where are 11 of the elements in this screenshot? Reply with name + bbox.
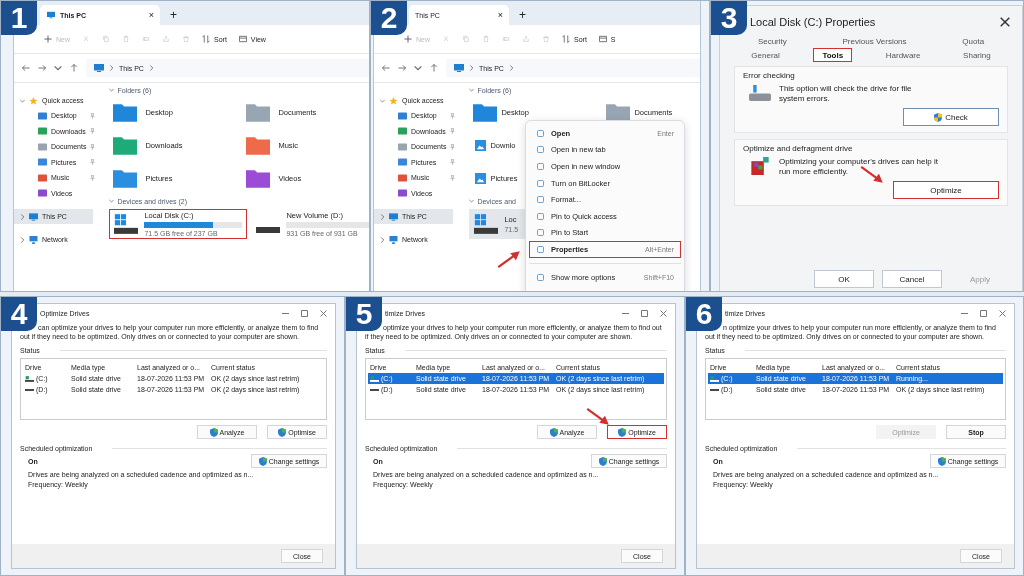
step-badge: 6 (686, 297, 722, 331)
step-badge: 3 (711, 1, 747, 35)
description-text: Optimizing your computer's drives can help it run more efficiently. (779, 157, 939, 177)
group-title: Error checking (743, 71, 796, 80)
step-badge: 5 (346, 297, 382, 331)
step-badge: 1 (1, 1, 37, 35)
step-badge: 2 (371, 1, 407, 35)
step-badge: 4 (1, 297, 37, 331)
group-title: Optimize and defragment drive (743, 144, 854, 153)
description-text: This option will check the drive for file system errors. (779, 84, 913, 104)
dialog-title: Local Disk (C:) Properties (750, 16, 876, 28)
